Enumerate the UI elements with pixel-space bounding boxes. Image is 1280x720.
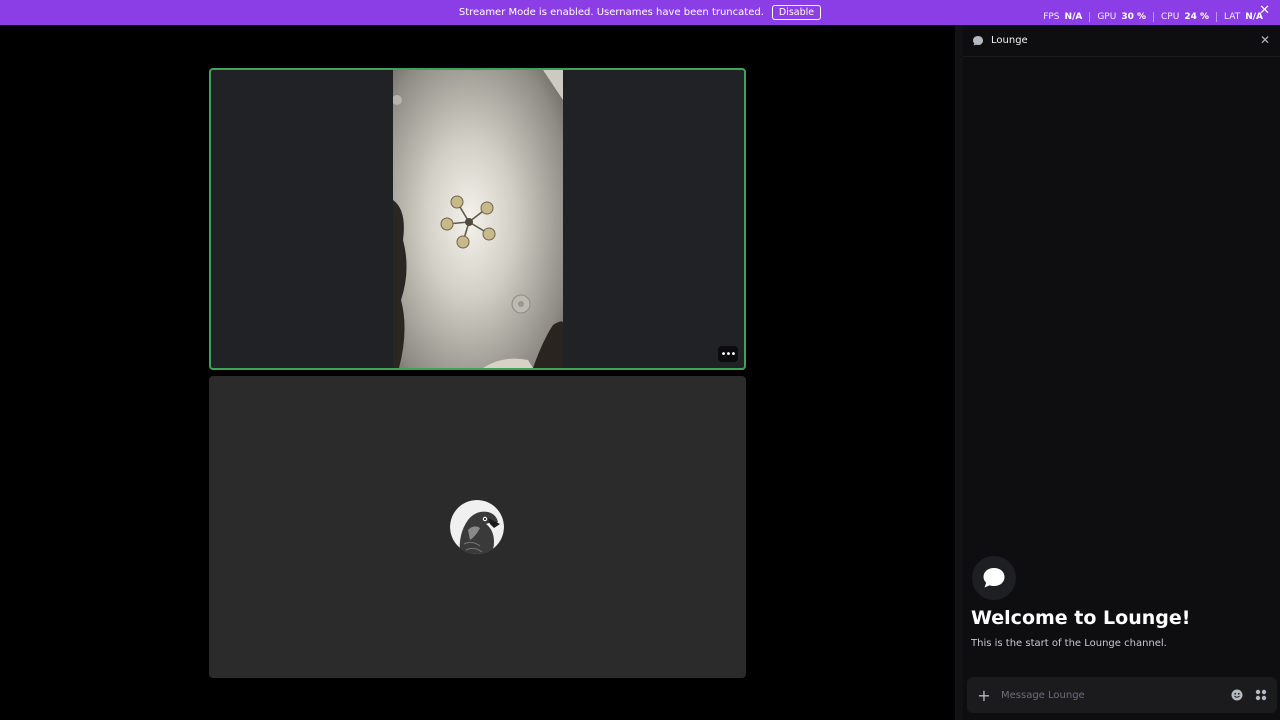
stat-value: 30 %: [1121, 12, 1147, 22]
stat-lat: LAT N/A: [1216, 12, 1270, 22]
welcome-subtitle: This is the start of the Lounge channel.: [971, 638, 1167, 649]
eagle-avatar-icon: [450, 500, 504, 554]
stat-value: N/A: [1245, 12, 1263, 22]
avatar-tile[interactable]: [209, 376, 746, 678]
stat-cpu: CPU 24 %: [1153, 12, 1216, 22]
apps-icon[interactable]: [1253, 687, 1269, 703]
disable-streamer-mode-button[interactable]: Disable: [771, 5, 822, 20]
stat-label: GPU: [1097, 12, 1117, 22]
panel-title: Lounge: [991, 35, 1028, 46]
performance-stats: FPS N/A GPU 30 % CPU 24 % LAT N/A: [1036, 12, 1270, 22]
stat-value: 24 %: [1184, 12, 1210, 22]
stat-label: CPU: [1161, 12, 1180, 22]
stat-value: N/A: [1064, 12, 1083, 22]
panel-header: Lounge ✕: [963, 25, 1280, 57]
close-icon[interactable]: ✕: [1260, 33, 1270, 47]
message-input[interactable]: [1001, 689, 1221, 701]
emoji-icon[interactable]: [1229, 687, 1245, 703]
video-tile[interactable]: •••: [209, 68, 746, 370]
message-composer: +: [967, 677, 1277, 713]
chat-bubble-icon: [972, 556, 1016, 600]
stat-label: LAT: [1224, 12, 1241, 22]
welcome-title: Welcome to Lounge!: [971, 607, 1191, 629]
chat-bubble-icon: [971, 34, 985, 48]
stat-label: FPS: [1043, 12, 1060, 22]
stat-fps: FPS N/A: [1036, 12, 1089, 22]
call-stage: •••: [0, 25, 955, 720]
ceiling-camera-image: [393, 70, 563, 368]
stat-gpu: GPU 30 %: [1089, 12, 1153, 22]
banner-message: Streamer Mode is enabled. Usernames have…: [458, 7, 764, 18]
streamer-mode-banner: Streamer Mode is enabled. Usernames have…: [0, 0, 1280, 25]
more-options-button[interactable]: •••: [718, 346, 738, 362]
camera-feed: [393, 70, 563, 368]
add-attachment-button[interactable]: +: [975, 686, 993, 705]
chat-panel: Lounge ✕ Welcome to Lounge! This is the …: [955, 25, 1280, 720]
